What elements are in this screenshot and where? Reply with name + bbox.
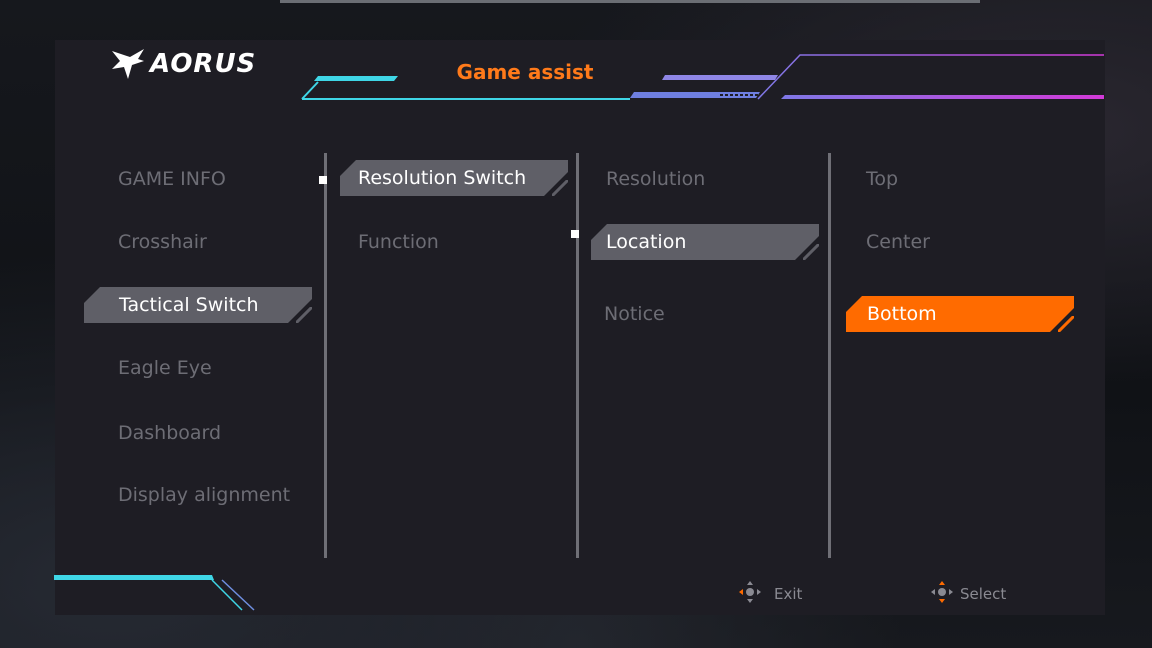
menu-item-label: Crosshair bbox=[118, 231, 207, 253]
column-divider-2 bbox=[576, 153, 579, 558]
aorus-logo: AORUS bbox=[110, 44, 270, 84]
aorus-eagle-icon bbox=[110, 47, 146, 81]
option-label: Center bbox=[866, 231, 930, 253]
option-label: Top bbox=[866, 168, 899, 190]
menu-item-tactical-switch[interactable]: Tactical Switch bbox=[84, 287, 312, 323]
menu-item-dashboard[interactable]: Dashboard bbox=[118, 415, 318, 451]
menu-item-resolution[interactable]: Resolution bbox=[606, 161, 806, 197]
menu-item-label: Resolution Switch bbox=[358, 167, 527, 189]
menu-item-location[interactable]: Location bbox=[591, 224, 819, 260]
menu-item-display-alignment[interactable]: Display alignment bbox=[118, 477, 318, 513]
menu-item-notice[interactable]: Notice bbox=[604, 296, 804, 332]
logo-text: AORUS bbox=[150, 49, 257, 79]
menu-item-label: Display alignment bbox=[118, 484, 291, 506]
menu-item-crosshair[interactable]: Crosshair bbox=[118, 224, 318, 260]
option-center[interactable]: Center bbox=[866, 224, 1066, 260]
column-divider-1 bbox=[324, 153, 327, 558]
menu-item-resolution-switch[interactable]: Resolution Switch bbox=[340, 160, 568, 196]
menu-item-game-info[interactable]: GAME INFO bbox=[118, 161, 318, 197]
menu-item-label: Notice bbox=[604, 303, 665, 325]
menu-item-label: Location bbox=[606, 231, 687, 253]
menu-item-function[interactable]: Function bbox=[358, 224, 558, 260]
page-title: Game assist bbox=[456, 60, 594, 84]
option-top[interactable]: Top bbox=[866, 161, 1066, 197]
focus-marker bbox=[571, 230, 579, 238]
menu-item-label: Eagle Eye bbox=[118, 357, 212, 379]
option-label: Bottom bbox=[867, 303, 937, 325]
footer-exit-hint[interactable]: Exit bbox=[738, 580, 803, 608]
option-bottom[interactable]: Bottom bbox=[846, 296, 1074, 332]
menu-item-label: Tactical Switch bbox=[119, 294, 259, 316]
column-divider-3 bbox=[828, 153, 831, 558]
menu-item-label: GAME INFO bbox=[118, 168, 226, 190]
menu-item-label: Resolution bbox=[606, 168, 706, 190]
menu-item-eagle-eye[interactable]: Eagle Eye bbox=[118, 350, 318, 386]
top-edge-bar bbox=[280, 0, 980, 3]
menu-item-label: Function bbox=[358, 231, 439, 253]
select-label: Select bbox=[960, 585, 1007, 603]
joystick-exit-icon bbox=[738, 580, 762, 608]
menu-item-label: Dashboard bbox=[118, 422, 222, 444]
focus-marker bbox=[319, 176, 327, 184]
exit-label: Exit bbox=[774, 585, 803, 603]
footer-select-hint[interactable]: Select bbox=[930, 580, 1007, 608]
joystick-select-icon bbox=[930, 580, 954, 608]
